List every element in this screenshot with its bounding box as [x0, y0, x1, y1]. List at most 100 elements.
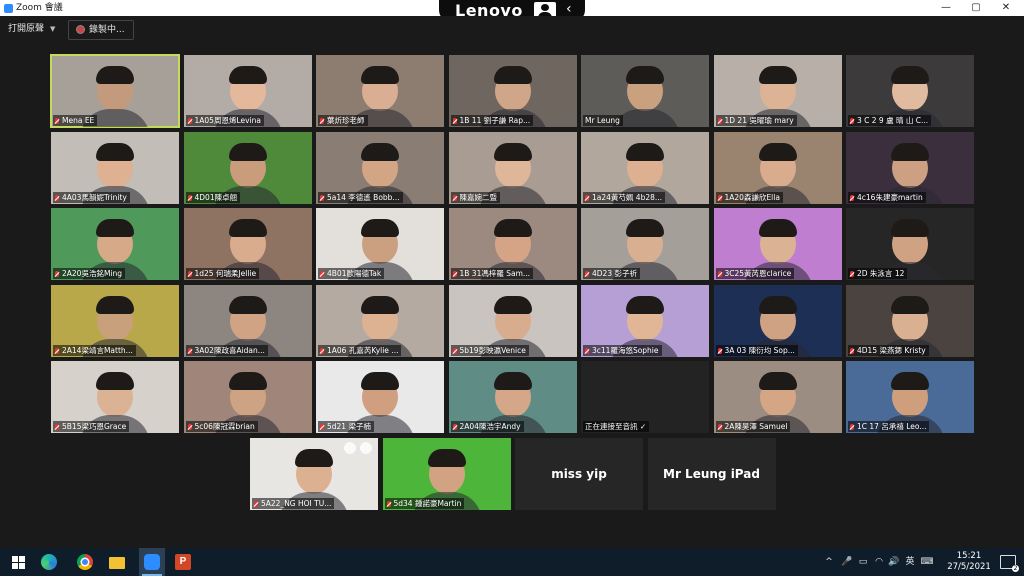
participant-video-tile[interactable]: 3C25黃芮恩clarice: [713, 208, 842, 280]
participant-name: 1a24黃芍姵 4b28...: [592, 192, 663, 202]
participant-video-tile[interactable]: 5c06陳冠霖brian: [183, 361, 312, 433]
keyboard-icon[interactable]: ⌨: [920, 548, 934, 576]
participant-video-tile[interactable]: 3 C 2 9 盧 晴 山 C...: [846, 55, 974, 127]
muted-mic-icon: [320, 118, 324, 124]
participant-video-tile[interactable]: 3A02陳政喜Aidan...: [183, 284, 312, 357]
participant-video-tile[interactable]: 1d25 何瑞柔Jellie: [183, 208, 312, 280]
participant-video-tile[interactable]: miss yip: [515, 437, 643, 510]
participant-video-tile[interactable]: 5d21 梁子楠: [316, 361, 444, 433]
battery-icon[interactable]: ▭: [856, 548, 870, 576]
muted-mic-icon: [850, 271, 854, 277]
participant-name: 4D23 彭子祈: [592, 269, 637, 278]
participant-video-tile[interactable]: 4D23 彭子祈: [581, 208, 709, 280]
participant-name-label: 4D15 梁燕鍶 Kristy: [848, 344, 929, 356]
participant-video-tile[interactable]: 葉炘珍老師: [316, 55, 444, 127]
participant-name: 1B 31馮梓羅 Sam...: [459, 269, 531, 278]
original-sound-button[interactable]: 打開原聲 ▼: [4, 20, 59, 38]
powerpoint-icon[interactable]: [172, 552, 194, 572]
participant-hair: [228, 372, 267, 390]
meeting-toolbar: 打開原聲 ▼ 錄製中...: [0, 16, 1024, 42]
participant-video-tile[interactable]: 1A20森謙欣Ella: [713, 131, 842, 204]
participant-name: 3A 03 陳衍均 Sop...: [724, 345, 795, 355]
clock-time: 15:21: [956, 551, 982, 561]
edge-browser-icon[interactable]: [38, 552, 60, 572]
participant-name-label: 5b19彭映瀛Venice: [450, 344, 529, 356]
participant-video-tile[interactable]: 1B 31馮梓羅 Sam...: [448, 208, 577, 280]
participant-name: 5d34 鍾諾豪Martin: [393, 498, 462, 508]
participant-name-label: 1a24黃芍姵 4b28...: [583, 191, 666, 203]
participant-video-tile[interactable]: 陳嘉婉二暨: [448, 131, 577, 204]
participant-name-label: 5d34 鍾諾豪Martin: [384, 497, 465, 509]
maximize-button[interactable]: ▢: [961, 0, 991, 16]
participant-name: 2A04陳浩宇Andy: [459, 422, 521, 431]
participant-video-tile[interactable]: Mena EE: [50, 54, 180, 128]
participant-video-tile[interactable]: 3A 03 陳衍均 Sop...: [713, 284, 842, 357]
notification-count-badge: 2: [1012, 565, 1019, 572]
tile-reaction-icons[interactable]: [344, 441, 372, 454]
recording-indicator[interactable]: 錄製中...: [68, 20, 134, 40]
input-method-indicator[interactable]: 英: [903, 548, 917, 576]
participant-hair: [493, 372, 532, 390]
participant-video-tile[interactable]: 2A14梁靖言Matth...: [51, 284, 179, 357]
participant-name: 2A陳昊澤 Samuel: [724, 422, 788, 431]
react-icon[interactable]: [344, 441, 356, 454]
microphone-tray-icon[interactable]: 🎤: [840, 548, 854, 576]
participant-name: 3c11羅海悠Sophie: [592, 345, 659, 355]
participant-hair: [493, 66, 532, 84]
participant-video-tile[interactable]: 4A03馬韻妮Trinity: [51, 131, 179, 204]
participant-hair: [228, 66, 267, 84]
participant-video-tile[interactable]: 5A22_NG HOI TU...: [250, 437, 378, 510]
participant-name: 正在連接至音訊 ✓: [585, 422, 647, 431]
muted-mic-icon: [585, 194, 589, 201]
participant-video-tile[interactable]: 5d34 鍾諾豪Martin: [382, 437, 511, 510]
participant-hair: [361, 295, 399, 314]
participant-video-tile[interactable]: 1B 11 劉子謙 Rap...: [448, 55, 577, 127]
muted-mic-icon: [850, 194, 854, 201]
participant-video-tile[interactable]: 3c11羅海悠Sophie: [581, 284, 709, 357]
volume-icon[interactable]: 🔊: [887, 548, 901, 576]
participant-video-tile[interactable]: 4B01歐陽德Tak: [316, 208, 444, 280]
participant-video-tile[interactable]: 1A05周恩烯Levina: [183, 55, 312, 127]
participant-video-tile[interactable]: 正在連接至音訊 ✓: [581, 361, 709, 433]
participant-video-tile[interactable]: 5B15梁巧恩Grace: [51, 361, 179, 433]
participant-name-label: 正在連接至音訊 ✓: [583, 421, 650, 432]
participant-video-tile[interactable]: 2A陳昊澤 Samuel: [713, 361, 842, 433]
tray-overflow-icon[interactable]: ^: [822, 548, 836, 576]
participant-video-tile[interactable]: 4c16朱建豪martin: [846, 131, 974, 204]
participant-video-tile[interactable]: 2D 朱泳言 12: [846, 208, 974, 280]
minimize-button[interactable]: —: [931, 0, 961, 16]
participant-video-tile[interactable]: 1a24黃芍姵 4b28...: [581, 131, 709, 204]
participant-name-label: 5A22_NG HOI TU...: [252, 497, 335, 509]
windows-start-icon[interactable]: [8, 552, 30, 572]
wifi-icon[interactable]: ◠: [872, 548, 886, 576]
system-clock[interactable]: 15:21 27/5/2021: [944, 551, 994, 573]
participant-name-label: 1B 31馮梓羅 Sam...: [450, 268, 534, 279]
participant-video-tile[interactable]: 1D 21 吳曜瑜 mary: [713, 55, 842, 127]
caret-down-icon[interactable]: ▼: [50, 25, 55, 33]
participant-video-tile[interactable]: 1A06 孔嘉芮Kylie ...: [316, 284, 444, 357]
more-icon[interactable]: [360, 441, 372, 454]
participant-video-tile[interactable]: Mr Leung iPad: [647, 437, 776, 510]
chrome-browser-icon[interactable]: [74, 552, 96, 572]
participant-hair: [96, 295, 134, 314]
participant-video-tile[interactable]: 2A04陳浩宇Andy: [448, 361, 577, 433]
file-explorer-icon[interactable]: [106, 552, 128, 572]
participant-video-tile[interactable]: 1C 17 呂承禧 Leo...: [846, 361, 974, 433]
participant-video-tile[interactable]: Mr Leung: [581, 55, 709, 127]
participant-name-label: 5c06陳冠霖brian: [185, 421, 258, 432]
participant-video-tile[interactable]: 5a14 李德遙 Bobb...: [316, 131, 444, 204]
close-button[interactable]: ✕: [991, 0, 1021, 16]
chevron-left-icon[interactable]: ‹: [566, 1, 572, 17]
participant-video-tile[interactable]: 4D15 梁燕鍶 Kristy: [846, 284, 974, 357]
participant-hair: [228, 295, 267, 314]
participant-name-label: 1D 21 吳曜瑜 mary: [715, 115, 797, 126]
notification-center-icon[interactable]: 2: [1000, 555, 1019, 572]
participant-name-label: 陳嘉婉二暨: [450, 191, 500, 203]
participant-name-label: 2A陳昊澤 Samuel: [715, 421, 791, 432]
participant-name: 4D15 梁燕鍶 Kristy: [857, 345, 926, 355]
participant-video-tile[interactable]: 4D01陳卓翹: [183, 131, 312, 204]
zoom-app-icon[interactable]: [139, 548, 165, 576]
participant-video-tile[interactable]: 5b19彭映瀛Venice: [448, 284, 577, 357]
participant-hair: [626, 295, 664, 314]
participant-video-tile[interactable]: 2A20吳浩銘Ming: [51, 208, 179, 280]
